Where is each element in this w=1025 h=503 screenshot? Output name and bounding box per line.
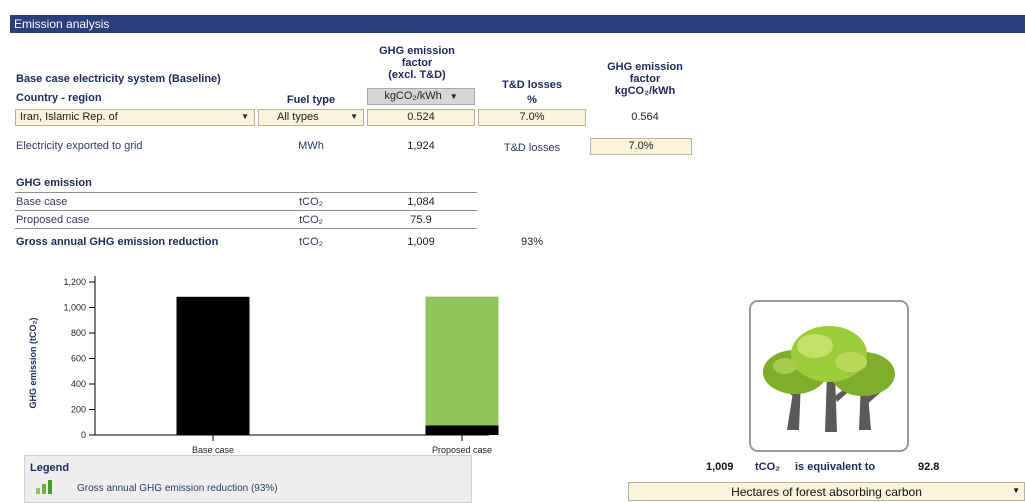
ghg-row-label: Proposed case <box>16 214 90 226</box>
forest-image <box>749 300 909 452</box>
bar-chart-icon <box>36 480 52 494</box>
divider <box>15 228 477 229</box>
ghg-factor-header-line1: GHG emission <box>379 45 455 57</box>
ghg-row-unit: tCO₂ <box>299 236 323 248</box>
ghg-factor-input[interactable]: 0.524 <box>367 109 475 126</box>
page-title: Emission analysis <box>14 17 110 31</box>
ghg-factor2-value: 0.564 <box>631 111 659 123</box>
equivalence-text: is equivalent to <box>795 461 876 473</box>
chart-ylabel: GHG emission (tCO₂) <box>28 317 38 408</box>
chart-y-tick-label: 400 <box>71 379 86 389</box>
export-td-input[interactable]: 7.0% <box>590 138 692 155</box>
ghg-row-unit: tCO₂ <box>299 196 323 208</box>
fuel-type-value: All types <box>277 111 319 123</box>
ghg-factor2-header-line2: factor <box>629 73 661 85</box>
chart-bar-reduction <box>425 296 499 426</box>
export-unit: MWh <box>298 140 324 152</box>
divider <box>15 210 477 211</box>
chevron-down-icon: ▼ <box>449 92 458 101</box>
equivalence-value: 1,009 <box>706 461 734 473</box>
divider <box>15 192 477 193</box>
section-title-bar: Emission analysis <box>10 15 1025 33</box>
chart-y-tick-label: 800 <box>71 328 86 338</box>
fuel-type-dropdown[interactable]: All types ▼ <box>258 109 364 126</box>
ghg-row-value: 1,009 <box>407 236 435 248</box>
fuel-type-header: Fuel type <box>286 94 336 106</box>
export-value: 1,924 <box>407 140 435 152</box>
chevron-down-icon: ▼ <box>1012 486 1020 495</box>
ghg-row-value: 75.9 <box>410 214 432 226</box>
chart-y-tick-label: 0 <box>81 430 86 440</box>
equivalence-result: 92.8 <box>918 461 940 473</box>
ghg-bar-chart: GHG emission (tCO₂) 0 200 400 600 800 1,000 1,… <box>28 276 499 455</box>
tree-icon <box>763 326 895 432</box>
chart-y-tick-label: 600 <box>71 354 86 364</box>
ghg-factor-header: GHG emission factor (excl. T&D) <box>362 45 472 81</box>
chevron-down-icon: ▼ <box>241 112 249 121</box>
ghg-factor2-header: GHG emission factor kgCO₂/kWh <box>590 61 700 97</box>
ghg-row-label: Base case <box>16 196 68 208</box>
unit-dropdown-value: kgCO₂/kWh <box>384 90 442 102</box>
td-losses-input[interactable]: 7.0% <box>478 109 586 126</box>
equivalence-dropdown[interactable]: Hectares of forest absorbing carbon ▼ <box>628 482 1025 501</box>
chart-y-tick-label: 1,000 <box>63 303 86 313</box>
chart-bar-emission <box>425 425 499 435</box>
chart-y-tick-label: 1,200 <box>63 277 86 287</box>
country-region-value: Iran, Islamic Rep. of <box>20 111 118 123</box>
chart-legend: Legend Gross annual GHG emission reducti… <box>24 455 472 503</box>
ghg-factor2-unit: kgCO₂/kWh <box>614 85 676 97</box>
chart-y-tick-label: 200 <box>71 405 86 415</box>
legend-title: Legend <box>30 462 70 474</box>
td-unit: % <box>527 94 537 106</box>
unit-dropdown[interactable]: kgCO₂/kWh ▼ <box>367 88 475 105</box>
chart-category-label: Base case <box>192 445 234 455</box>
ghg-factor2-header-line1: GHG emission <box>607 61 683 73</box>
ghg-row-label: Gross annual GHG emission reduction <box>16 236 219 248</box>
equivalence-dropdown-value: Hectares of forest absorbing carbon <box>731 485 922 499</box>
ghg-row-pct: 93% <box>520 236 544 248</box>
td-losses-header: T&D losses <box>502 79 562 91</box>
chart-bar-emission <box>176 296 250 435</box>
chart-category-label: Proposed case <box>432 445 492 455</box>
ghg-section-title: GHG emission <box>16 177 92 189</box>
ghg-factor-header-line3: (excl. T&D) <box>388 69 446 81</box>
equivalence-unit: tCO₂ <box>755 461 781 473</box>
chevron-down-icon: ▼ <box>350 112 358 121</box>
ghg-factor-header-line2: factor <box>401 57 433 69</box>
country-region-header: Country - region <box>16 92 102 104</box>
ghg-row-value: 1,084 <box>407 196 435 208</box>
country-region-dropdown[interactable]: Iran, Islamic Rep. of ▼ <box>15 109 255 126</box>
export-td-label: T&D losses <box>503 142 561 154</box>
export-label: Electricity exported to grid <box>16 140 143 152</box>
legend-item: Gross annual GHG emission reduction (93%… <box>77 483 278 494</box>
baseline-section-title: Base case electricity system (Baseline) <box>16 73 221 85</box>
ghg-row-unit: tCO₂ <box>299 214 323 226</box>
